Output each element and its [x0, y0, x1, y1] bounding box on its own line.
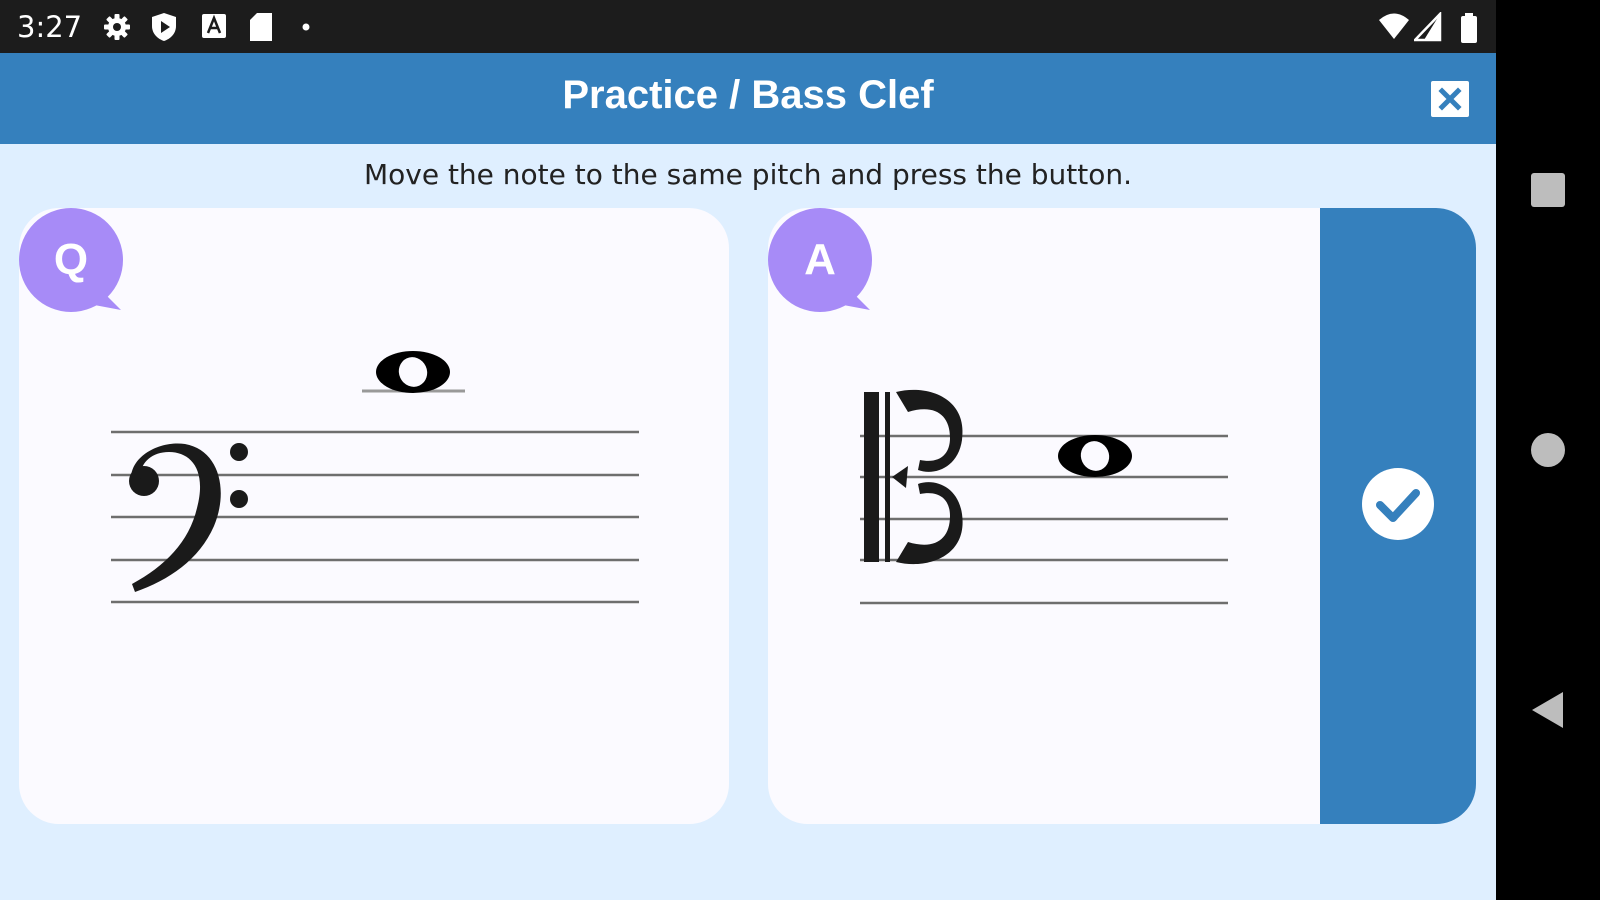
instruction-text: Move the note to the same pitch and pres… [363, 158, 1133, 191]
sd-card-icon [250, 13, 272, 41]
submit-answer-button[interactable] [1320, 208, 1476, 824]
question-badge-label: Q [53, 235, 89, 284]
answer-badge-label: A [804, 235, 836, 284]
settings-icon [104, 14, 130, 40]
cell-signal-icon [1414, 12, 1442, 42]
answer-badge: A [768, 208, 886, 320]
recents-button[interactable] [1530, 172, 1566, 208]
checkmark-icon [1362, 468, 1434, 540]
question-card: Q [19, 208, 729, 824]
notification-dot-icon [302, 23, 310, 31]
play-protect-icon [152, 13, 176, 41]
answer-note[interactable] [1058, 435, 1132, 477]
staff-lines [860, 434, 1228, 605]
status-time: 3:27 [17, 10, 83, 44]
answer-card: A [768, 208, 1476, 824]
close-button[interactable] [1431, 81, 1469, 117]
wifi-icon [1379, 13, 1409, 39]
question-badge: Q [19, 208, 137, 320]
close-icon [1438, 87, 1462, 111]
page-title: Practice / Bass Clef [562, 73, 934, 117]
app-screen: Practice / Bass Clef Move the note to th… [0, 53, 1496, 900]
font-a-icon [202, 14, 226, 38]
status-bar: 3:27 [0, 0, 1496, 53]
system-nav-bar [1496, 0, 1600, 900]
back-button[interactable] [1530, 690, 1566, 730]
home-button[interactable] [1530, 432, 1566, 468]
app-bar: Practice / Bass Clef [0, 53, 1496, 144]
question-note [376, 351, 450, 393]
battery-icon [1461, 13, 1477, 43]
